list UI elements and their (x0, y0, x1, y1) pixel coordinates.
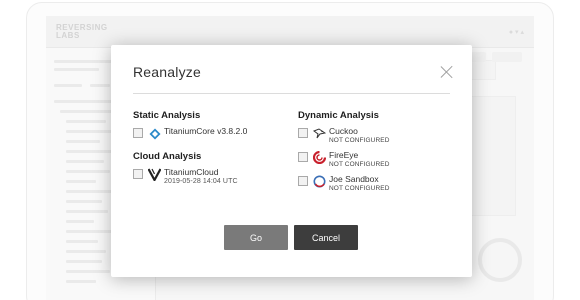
diamond-icon (148, 127, 161, 140)
go-button[interactable]: Go (224, 225, 288, 250)
option-fireeye[interactable]: FireEye NOT CONFIGURED (298, 150, 390, 169)
cancel-button[interactable]: Cancel (294, 225, 358, 250)
titaniumcloud-timestamp: 2019-05-28 14:04 UTC (164, 178, 238, 185)
cuckoo-status: NOT CONFIGURED (329, 137, 390, 144)
reanalyze-dialog: Reanalyze Static Analysis TitaniumCore v… (111, 45, 472, 277)
v-logo-icon (148, 168, 161, 181)
cuckoo-checkbox[interactable] (298, 128, 308, 138)
title-divider (133, 93, 450, 94)
close-icon[interactable] (440, 65, 454, 79)
cuckoo-label: Cuckoo (329, 126, 358, 136)
joe-sandbox-checkbox[interactable] (298, 176, 308, 186)
fireeye-status: NOT CONFIGURED (329, 161, 390, 168)
titaniumcloud-checkbox[interactable] (133, 169, 143, 179)
titaniumcore-checkbox[interactable] (133, 128, 143, 138)
cuckoo-bird-icon (313, 127, 326, 140)
option-joe-sandbox[interactable]: Joe Sandbox NOT CONFIGURED (298, 174, 390, 193)
fireeye-label: FireEye (329, 150, 359, 160)
joe-sandbox-icon (313, 175, 326, 188)
titaniumcore-label: TitaniumCore v3.8.2.0 (164, 126, 248, 136)
option-titaniumcloud[interactable]: TitaniumCloud 2019-05-28 14:04 UTC (133, 167, 238, 186)
dynamic-analysis-heading: Dynamic Analysis (298, 110, 379, 121)
static-analysis-heading: Static Analysis (133, 110, 201, 121)
fireeye-icon (313, 151, 326, 164)
dialog-title: Reanalyze (133, 64, 201, 80)
joe-sandbox-label: Joe Sandbox (329, 174, 379, 184)
option-cuckoo[interactable]: Cuckoo NOT CONFIGURED (298, 126, 390, 145)
cloud-analysis-heading: Cloud Analysis (133, 151, 202, 162)
joe-sandbox-status: NOT CONFIGURED (329, 185, 390, 192)
option-titaniumcore[interactable]: TitaniumCore v3.8.2.0 (133, 126, 247, 140)
fireeye-checkbox[interactable] (298, 152, 308, 162)
titaniumcloud-label: TitaniumCloud (164, 167, 219, 177)
